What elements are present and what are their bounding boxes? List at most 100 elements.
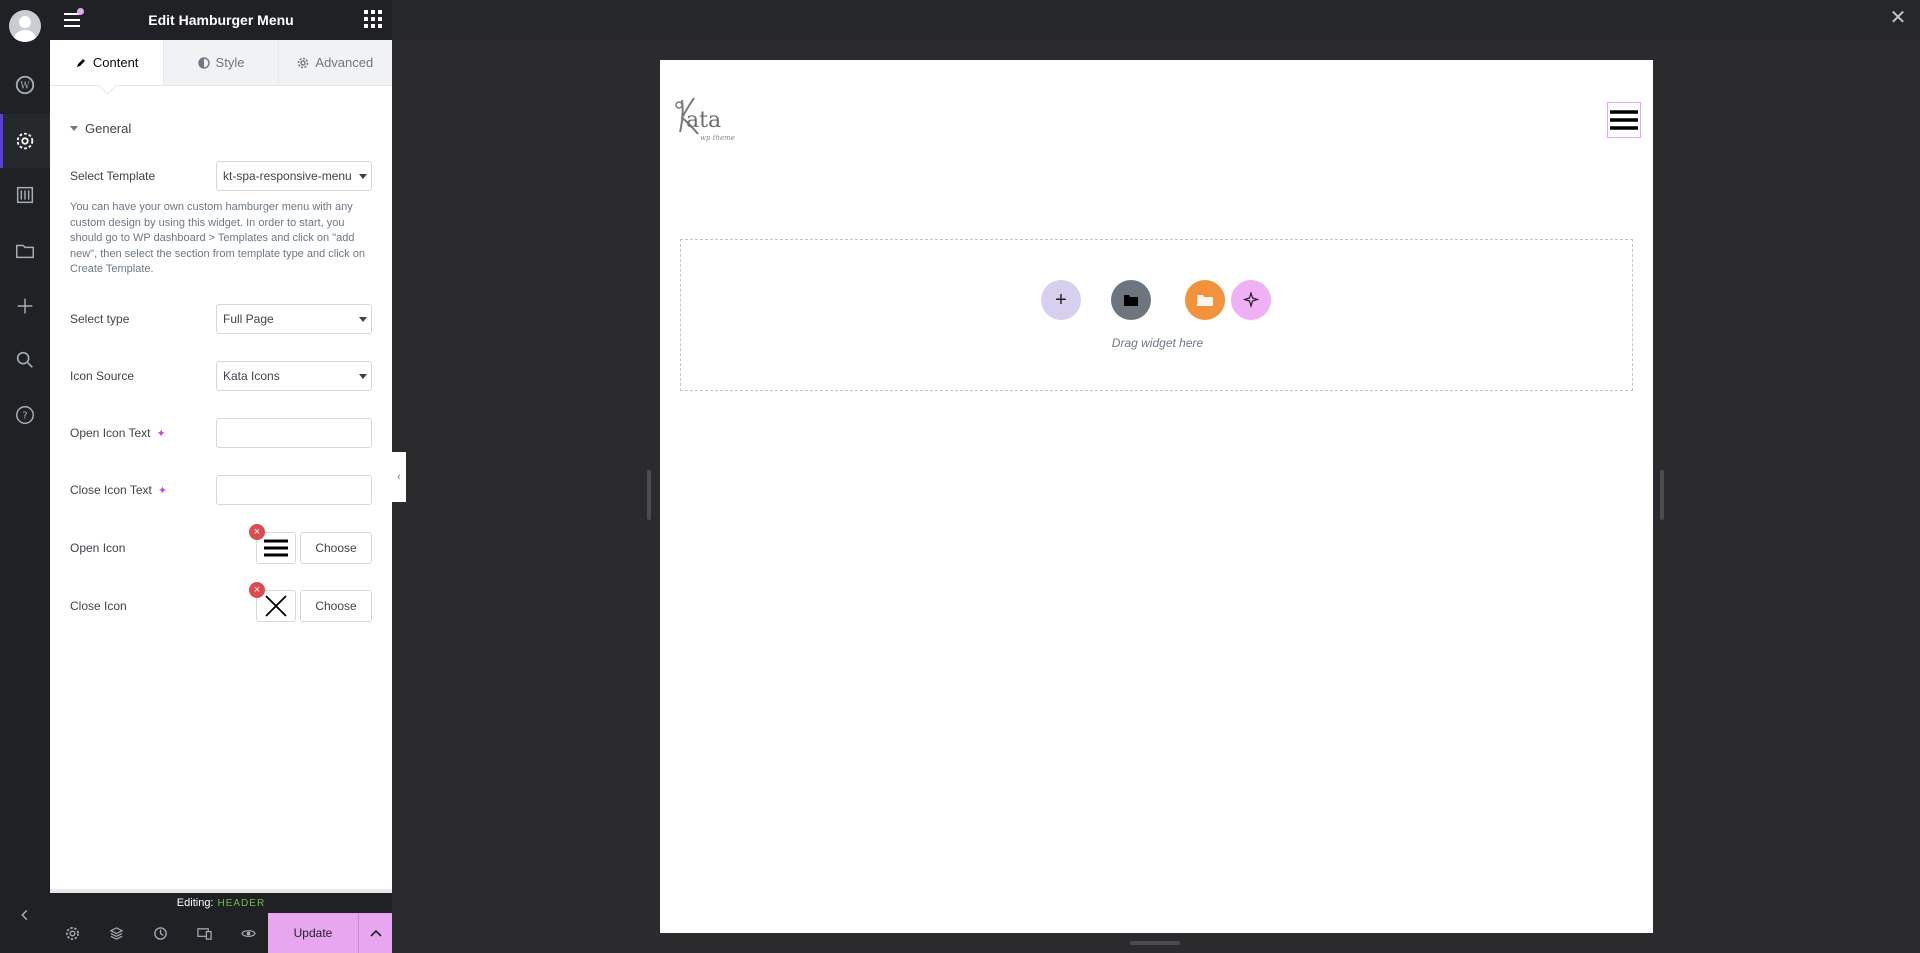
add-section-button[interactable]: + <box>1041 280 1081 320</box>
open-folder-icon <box>1197 295 1213 306</box>
svg-text:?: ? <box>22 411 27 422</box>
close-icon-choose-button[interactable]: Choose <box>300 590 372 622</box>
save-options-button[interactable] <box>358 913 392 953</box>
icon-source-label: Icon Source <box>70 369 135 383</box>
close-icon-text-label-wrap: Close Icon Text ✦ <box>70 483 167 497</box>
tab-content-label: Content <box>92 55 139 70</box>
add-icon[interactable] <box>0 279 50 333</box>
drag-widget-text: Drag widget here <box>1111 336 1204 350</box>
select-template-value: kt-spa-responsive-menu <box>223 169 352 183</box>
remove-icon[interactable]: × <box>249 524 265 540</box>
editing-indicator: Editing: HEADER <box>50 893 392 913</box>
editing-document[interactable]: HEADER <box>218 898 266 909</box>
close-icon-text-label: Close Icon Text <box>70 483 152 497</box>
remove-icon[interactable]: × <box>249 582 265 598</box>
ai-sparkle-icon[interactable]: ✦ <box>158 484 167 497</box>
responsive-mode-icon[interactable] <box>182 913 226 953</box>
preview-eye-icon[interactable] <box>226 913 270 953</box>
folder-icon <box>1124 295 1138 306</box>
row-close-icon-text: Close Icon Text ✦ <box>70 475 372 505</box>
widget-panel: Edit Hamburger Menu Content Style Advanc… <box>50 0 392 953</box>
wordpress-icon[interactable]: W <box>0 58 50 112</box>
settings-icon[interactable] <box>0 114 50 168</box>
resize-handle-right[interactable] <box>1660 470 1664 520</box>
editing-label: Editing: <box>176 897 214 909</box>
close-icon-label: Close Icon <box>70 599 127 613</box>
tab-advanced[interactable]: Advanced <box>279 40 392 85</box>
logo-subtitle: wp theme <box>700 134 735 142</box>
section-title: General <box>85 121 132 136</box>
resize-handle-left[interactable] <box>647 470 651 520</box>
chevron-down-icon <box>359 374 367 379</box>
panel-header: Edit Hamburger Menu <box>50 0 392 40</box>
notification-dot <box>77 8 84 15</box>
widgets-grid-icon[interactable] <box>364 10 382 28</box>
select-type-dropdown[interactable]: Full Page <box>216 304 372 334</box>
icon-source-dropdown[interactable]: Kata Icons <box>216 361 372 391</box>
hamburger-menu-widget[interactable] <box>1607 102 1641 138</box>
section-general[interactable]: General <box>70 121 131 136</box>
close-icon-preview[interactable]: × <box>249 582 296 622</box>
history-icon[interactable] <box>138 913 182 953</box>
icon-source-value: Kata Icons <box>223 369 280 383</box>
search-icon[interactable] <box>0 333 50 387</box>
collapse-panel-button[interactable]: ‹ <box>392 452 406 502</box>
row-close-icon: Close Icon × Choose <box>70 582 372 622</box>
open-icon-preview[interactable]: × <box>249 524 296 564</box>
template-description: You can have your own custom hamburger m… <box>70 201 365 275</box>
x-icon <box>265 595 287 617</box>
tab-style-label: Style <box>215 55 245 70</box>
tab-content[interactable]: Content <box>50 40 165 85</box>
open-icon-text-label-wrap: Open Icon Text ✦ <box>70 426 166 440</box>
open-icon-choose-button[interactable]: Choose <box>300 532 372 564</box>
close-icon[interactable]: ✕ <box>1888 8 1908 28</box>
settings-icon[interactable] <box>50 913 94 953</box>
resize-handle-bottom[interactable] <box>1130 941 1180 945</box>
open-icon-text-input[interactable] <box>216 418 372 448</box>
panel-footer: Update <box>50 913 392 953</box>
site-logo[interactable]: ata wp theme <box>674 96 744 146</box>
hamburger-icon <box>264 539 288 557</box>
open-icon-text-label: Open Icon Text <box>70 426 151 440</box>
preview-topbar: ✕ <box>392 0 1920 40</box>
widget-drop-zone[interactable]: + Drag widget here <box>680 239 1633 391</box>
panel-title: Edit Hamburger Menu <box>148 12 294 28</box>
panel-tabs: Content Style Advanced <box>50 40 392 86</box>
help-icon[interactable]: ? <box>0 388 50 442</box>
open-icon-label: Open Icon <box>70 541 126 555</box>
ai-sparkle-icon[interactable]: ✦ <box>157 427 166 440</box>
hamburger-icon <box>1610 110 1638 130</box>
navigator-layers-icon[interactable] <box>94 913 138 953</box>
select-template-dropdown[interactable]: kt-spa-responsive-menu <box>216 161 372 191</box>
select-template-label: Select Template <box>70 169 156 183</box>
collapse-rail-icon[interactable] <box>0 888 50 942</box>
template-library-button[interactable] <box>1111 280 1151 320</box>
kata-templates-button[interactable] <box>1185 280 1225 320</box>
svg-text:W: W <box>20 81 30 92</box>
caret-down-icon <box>70 126 78 131</box>
preview-canvas: ata wp theme + Drag widget here <box>660 60 1653 933</box>
logo-text: ata <box>686 108 722 133</box>
menu-icon[interactable] <box>60 8 84 32</box>
close-icon-picker: × Choose <box>249 582 372 622</box>
row-open-icon-text: Open Icon Text ✦ <box>70 418 372 448</box>
ai-generate-button[interactable] <box>1231 280 1271 320</box>
row-select-type: Select type Full Page <box>70 304 372 334</box>
row-icon-source: Icon Source Kata Icons <box>70 361 372 391</box>
chevron-down-icon <box>359 317 367 322</box>
half-circle-icon <box>197 56 210 69</box>
tab-style[interactable]: Style <box>164 40 279 85</box>
sparkle-icon <box>1243 292 1259 308</box>
left-rail: W ? <box>0 0 50 953</box>
update-button[interactable]: Update <box>268 913 358 953</box>
folder-icon[interactable] <box>0 224 50 278</box>
chevron-up-icon <box>369 929 382 937</box>
select-type-value: Full Page <box>223 312 274 326</box>
chevron-down-icon <box>359 174 367 179</box>
site-settings-icon[interactable] <box>0 168 50 222</box>
user-avatar[interactable] <box>9 10 41 42</box>
row-open-icon: Open Icon × Choose <box>70 524 372 564</box>
pencil-icon <box>76 58 85 67</box>
close-icon-text-input[interactable] <box>216 475 372 505</box>
tab-advanced-label: Advanced <box>315 55 374 70</box>
